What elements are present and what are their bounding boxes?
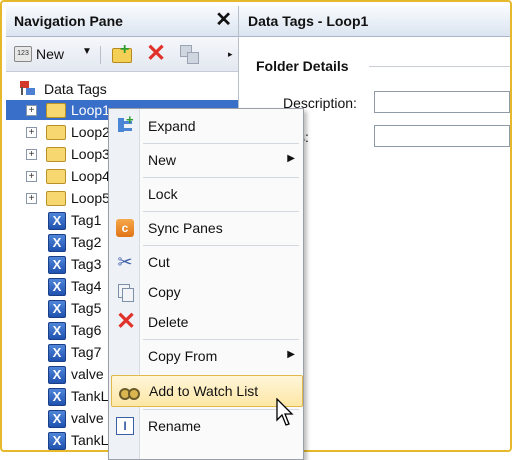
tag-label: Tag5	[71, 300, 102, 316]
tag-icon: X	[48, 366, 66, 384]
tag-label: Tag3	[71, 256, 102, 272]
tag-label: valve	[71, 410, 104, 426]
tag-label: valve	[71, 366, 104, 382]
folder-label: Loop1	[71, 102, 110, 118]
menu-separator	[143, 211, 299, 212]
new-button[interactable]: 123 New ▼	[12, 43, 92, 65]
tag-label: Tag7	[71, 344, 102, 360]
menu-item-lock[interactable]: Lock	[109, 179, 303, 209]
toolbar-overflow-icon[interactable]: ▸	[228, 49, 233, 60]
tag-label: TankL	[71, 432, 109, 448]
folder-label: Loop4	[71, 168, 110, 184]
menu-item-label: Cut	[148, 254, 170, 270]
menu-item-add-to-watch-list[interactable]: Add to Watch List	[111, 375, 303, 407]
menu-item-cut[interactable]: ✂ Cut	[109, 247, 303, 277]
tag-icon: X	[48, 410, 66, 428]
new-button-label: New	[36, 46, 65, 62]
folder-icon	[46, 125, 66, 140]
tag-label: Tag6	[71, 322, 102, 338]
expand-toggle-icon[interactable]: +	[26, 127, 37, 138]
submenu-arrow-icon: ▶	[287, 153, 295, 164]
menu-item-copy-from[interactable]: Copy From ▶	[109, 341, 303, 371]
toolbar-separator	[100, 46, 101, 64]
menu-item-label: Sync Panes	[148, 220, 223, 236]
tag-label: Tag1	[71, 212, 102, 228]
navigation-pane-title: Navigation Pane	[14, 13, 123, 29]
tag-icon: X	[48, 344, 66, 362]
mouse-cursor-icon	[276, 398, 294, 426]
menu-item-sync-panes[interactable]: c Sync Panes	[109, 213, 303, 243]
sync-panes-icon: c	[116, 219, 134, 237]
expand-toggle-icon[interactable]: +	[26, 149, 37, 160]
expand-icon: +	[116, 112, 134, 135]
menu-item-label: Copy	[148, 284, 181, 300]
expand-toggle-icon[interactable]: +	[26, 171, 37, 182]
tree-root[interactable]: Data Tags	[6, 79, 238, 99]
menu-separator	[143, 177, 299, 178]
tag-label: Tag2	[71, 234, 102, 250]
folder-icon	[46, 191, 66, 206]
tag-icon: X	[48, 322, 66, 340]
detail-pane-header: Data Tags - Loop1	[239, 6, 510, 37]
section-divider	[369, 66, 510, 67]
menu-item-label: Copy From	[148, 348, 218, 364]
menu-item-copy[interactable]: Copy	[109, 277, 303, 307]
tag-icon: X	[48, 256, 66, 274]
menu-item-label: Expand	[148, 118, 196, 134]
menu-item-label: New	[148, 152, 177, 168]
menu-separator	[143, 339, 299, 340]
delete-icon: ✕	[116, 308, 137, 335]
navigation-toolbar: 123 New ▼ + ✕ ▸	[6, 37, 238, 72]
chevron-down-icon[interactable]: ▼	[82, 46, 92, 57]
folder-label: Loop3	[71, 146, 110, 162]
menu-item-label: Lock	[148, 186, 178, 202]
description-field[interactable]	[374, 91, 510, 113]
delete-icon: ✕	[146, 40, 167, 67]
tag-label: TankL	[71, 388, 109, 404]
menu-item-label: Delete	[148, 314, 189, 330]
menu-separator	[143, 143, 299, 144]
address-field[interactable]	[374, 125, 510, 147]
menu-item-delete[interactable]: ✕ Delete	[109, 307, 303, 337]
folder-label: Loop5	[71, 190, 110, 206]
folder-icon	[46, 147, 66, 162]
tag-icon: X	[48, 388, 66, 406]
menu-item-label: Rename	[148, 418, 201, 434]
delete-button[interactable]: ✕	[144, 40, 168, 67]
add-folder-button[interactable]: +	[110, 41, 134, 65]
tag-icon: X	[48, 234, 66, 252]
close-icon[interactable]: ✕	[215, 10, 232, 30]
folder-icon	[46, 169, 66, 184]
rename-icon: I	[116, 417, 134, 435]
new-tag-icon: 123	[14, 46, 32, 62]
copy-icon	[116, 283, 134, 302]
navigation-pane-header: Navigation Pane ✕	[6, 6, 238, 37]
tag-icon: X	[48, 278, 66, 296]
submenu-arrow-icon: ▶	[287, 349, 295, 360]
tag-icon: X	[48, 432, 66, 450]
section-title: Folder Details	[256, 58, 349, 74]
folder-icon	[46, 103, 66, 118]
menu-item-new[interactable]: New ▶	[109, 145, 303, 175]
data-tags-icon	[20, 81, 38, 97]
tag-label: Tag4	[71, 278, 102, 294]
tag-icon: X	[48, 212, 66, 230]
plus-icon: +	[120, 41, 130, 58]
folder-label: Loop2	[71, 124, 110, 140]
menu-item-expand[interactable]: + Expand	[109, 111, 303, 141]
menu-separator	[143, 245, 299, 246]
expand-toggle-icon[interactable]: +	[26, 193, 37, 204]
detail-pane-title: Data Tags - Loop1	[248, 13, 369, 29]
scissors-icon: ✂	[117, 252, 133, 272]
glasses-icon	[119, 382, 140, 400]
menu-item-rename[interactable]: I Rename	[109, 411, 303, 441]
menu-item-label: Add to Watch List	[149, 383, 259, 399]
tree-root-label: Data Tags	[44, 81, 107, 97]
move-button[interactable]	[178, 43, 202, 65]
tag-icon: X	[48, 300, 66, 318]
context-menu: + Expand New ▶ Lock c Sync Panes ✂ Cut C…	[108, 108, 304, 460]
expand-toggle-icon[interactable]: +	[26, 105, 37, 116]
